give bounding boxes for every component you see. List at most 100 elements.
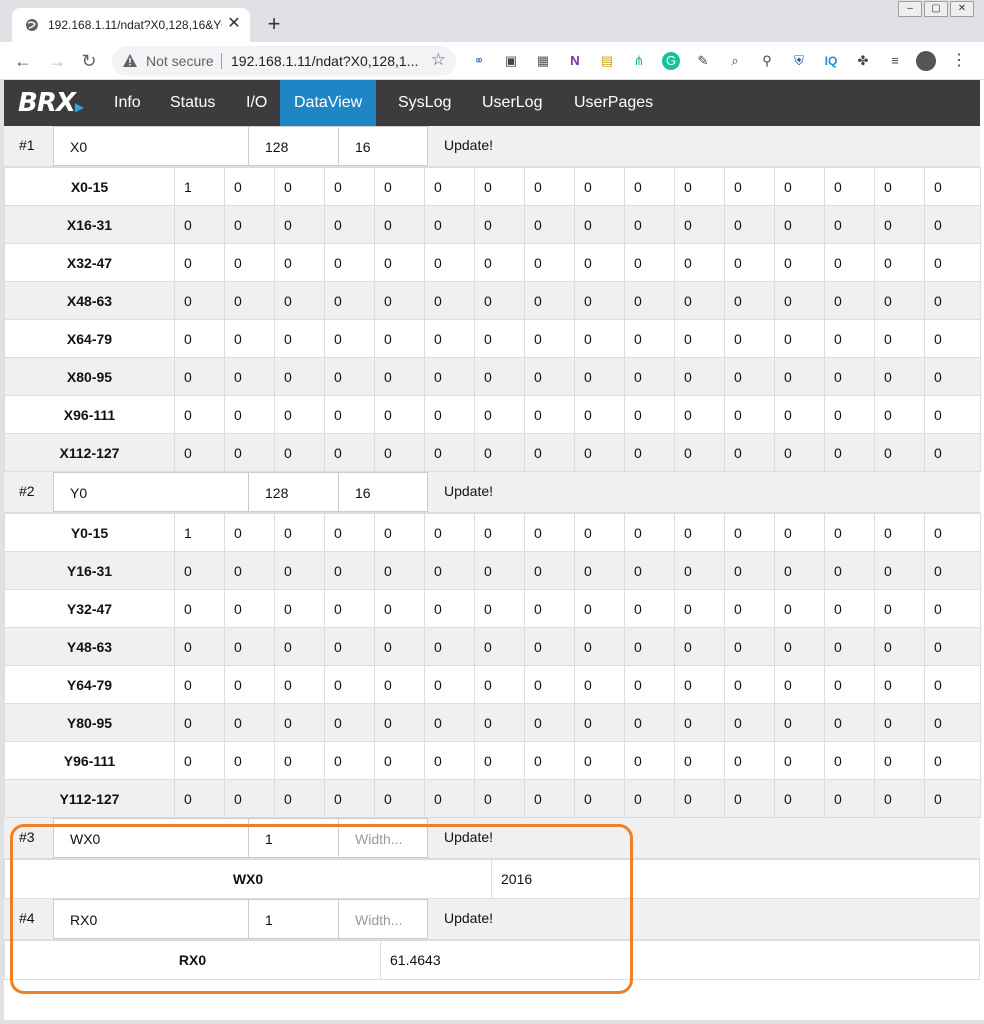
width-input[interactable]: Width... xyxy=(338,818,428,858)
update-button[interactable]: Update! xyxy=(444,910,493,926)
table-row: X64-79 0 0 0 0 0 0 0 0 0 0 0 0 0 0 0 0 xyxy=(4,319,981,358)
bit-value: 0 xyxy=(424,433,475,472)
bit-value: 0 xyxy=(674,281,725,320)
bike-icon[interactable]: ⚲ xyxy=(758,52,776,70)
width-input[interactable]: 16 xyxy=(338,126,428,166)
browser-tab[interactable]: 192.168.1.11/ndat?X0,128,16&Y0 ✕ xyxy=(12,8,250,42)
bit-value: 0 xyxy=(724,281,775,320)
update-button[interactable]: Update! xyxy=(444,829,493,845)
bit-value: 0 xyxy=(724,627,775,666)
dataview-content: #1 X0 128 16 Update! X0-15 1 0 0 0 0 0 0 0 0 0 0 0 0 0 0 0 X16… xyxy=(4,126,981,980)
share-icon[interactable]: ⋔ xyxy=(630,52,648,70)
nav-item-syslog[interactable]: SysLog xyxy=(384,80,465,126)
tab-close-icon[interactable]: ✕ xyxy=(224,14,244,34)
grid-extension-icon[interactable]: ▦ xyxy=(534,52,552,70)
address-bar[interactable]: Not secure 192.168.1.11/ndat?X0,128,1...… xyxy=(112,46,456,76)
bit-value: 0 xyxy=(724,665,775,704)
new-tab-button[interactable]: + xyxy=(262,13,286,35)
update-button[interactable]: Update! xyxy=(444,137,493,153)
bit-value: 0 xyxy=(724,433,775,472)
query-row: #4 RX0 1 Width... Update! xyxy=(4,899,980,940)
maximize-button[interactable]: ▢ xyxy=(924,1,948,17)
bit-value: 0 xyxy=(924,665,981,704)
update-button[interactable]: Update! xyxy=(444,483,493,499)
shield-icon[interactable]: ⛨ xyxy=(790,52,808,70)
bit-value: 0 xyxy=(474,627,525,666)
count-input[interactable]: 128 xyxy=(248,126,339,166)
bit-value: 0 xyxy=(824,665,875,704)
bit-value: 0 xyxy=(324,357,375,396)
nav-item-userlog[interactable]: UserLog xyxy=(468,80,556,126)
extension-icon[interactable]: ▣ xyxy=(502,52,520,70)
brx-logo[interactable]: BRX▶ xyxy=(18,88,84,118)
bit-value: 0 xyxy=(874,319,925,358)
bit-value: 0 xyxy=(724,205,775,244)
onenote-icon[interactable]: N xyxy=(566,52,584,70)
bit-value: 0 xyxy=(574,281,625,320)
close-window-button[interactable]: ✕ xyxy=(950,1,974,17)
bit-value: 0 xyxy=(224,319,275,358)
iq-extension-icon[interactable]: IQ xyxy=(822,52,840,70)
bit-value: 0 xyxy=(874,589,925,628)
back-arrow-icon[interactable]: ← xyxy=(12,50,34,72)
nav-item-userpages[interactable]: UserPages xyxy=(560,80,667,126)
folder-extension-icon[interactable]: ▤ xyxy=(598,52,616,70)
nav-item-i-o[interactable]: I/O xyxy=(232,80,281,126)
bit-value: 0 xyxy=(824,551,875,590)
bit-value: 0 xyxy=(924,395,981,434)
bit-value: 0 xyxy=(374,433,425,472)
width-input[interactable]: 16 xyxy=(338,472,428,512)
browser-tab-strip: 192.168.1.11/ndat?X0,128,16&Y0 ✕ + – ▢ ✕ xyxy=(0,0,984,42)
bit-value: 0 xyxy=(424,243,475,282)
forward-arrow-icon[interactable]: → xyxy=(46,50,68,72)
reload-icon[interactable]: ↻ xyxy=(78,50,100,72)
nav-item-info[interactable]: Info xyxy=(100,80,155,126)
search-extension-icon[interactable]: ⌕ xyxy=(726,52,744,70)
address-input[interactable]: X0 xyxy=(53,126,249,166)
bit-value: 0 xyxy=(174,779,225,818)
bit-value: 0 xyxy=(374,243,425,282)
width-input[interactable]: Width... xyxy=(338,899,428,939)
bit-value: 0 xyxy=(474,665,525,704)
minimize-button[interactable]: – xyxy=(898,1,922,17)
bit-value: 0 xyxy=(674,319,725,358)
url-text[interactable]: 192.168.1.11/ndat?X0,128,1... xyxy=(231,53,423,69)
bit-value: 0 xyxy=(374,665,425,704)
bit-value: 0 xyxy=(624,513,675,552)
address-input[interactable]: Y0 xyxy=(53,472,249,512)
bit-value: 0 xyxy=(424,357,475,396)
address-input[interactable]: RX0 xyxy=(53,899,249,939)
bookmark-star-icon[interactable]: ☆ xyxy=(431,50,446,70)
media-icon[interactable]: ≡ xyxy=(886,52,904,70)
bit-value: 0 xyxy=(474,779,525,818)
bit-value: 0 xyxy=(824,281,875,320)
grammarly-icon[interactable]: G xyxy=(662,52,680,70)
count-input[interactable]: 128 xyxy=(248,472,339,512)
bit-value: 0 xyxy=(624,741,675,780)
bit-value: 0 xyxy=(174,589,225,628)
bit-value: 0 xyxy=(774,741,825,780)
bit-value: 0 xyxy=(874,779,925,818)
nav-item-dataview[interactable]: DataView xyxy=(280,80,377,126)
profile-avatar-icon[interactable] xyxy=(916,51,936,71)
menu-dots-icon[interactable]: ⋮ xyxy=(950,52,968,70)
row-label: X112-127 xyxy=(4,433,175,472)
nav-item-status[interactable]: Status xyxy=(156,80,229,126)
bit-value: 0 xyxy=(824,589,875,628)
bit-value: 0 xyxy=(424,205,475,244)
bit-value: 0 xyxy=(474,551,525,590)
row-label: X0-15 xyxy=(4,167,175,206)
bit-value: 0 xyxy=(624,551,675,590)
bit-value: 0 xyxy=(474,205,525,244)
bit-value: 0 xyxy=(574,513,625,552)
row-label: Y16-31 xyxy=(4,551,175,590)
bit-value: 0 xyxy=(774,357,825,396)
count-input[interactable]: 1 xyxy=(248,899,339,939)
bit-value: 0 xyxy=(674,627,725,666)
address-input[interactable]: WX0 xyxy=(53,818,249,858)
table-row: Y80-95 0 0 0 0 0 0 0 0 0 0 0 0 0 0 0 0 xyxy=(4,703,981,742)
count-input[interactable]: 1 xyxy=(248,818,339,858)
puzzle-icon[interactable]: ✤ xyxy=(854,52,872,70)
edit-icon[interactable]: ✎ xyxy=(694,52,712,70)
link-extension-icon[interactable]: ⚭ xyxy=(470,52,488,70)
